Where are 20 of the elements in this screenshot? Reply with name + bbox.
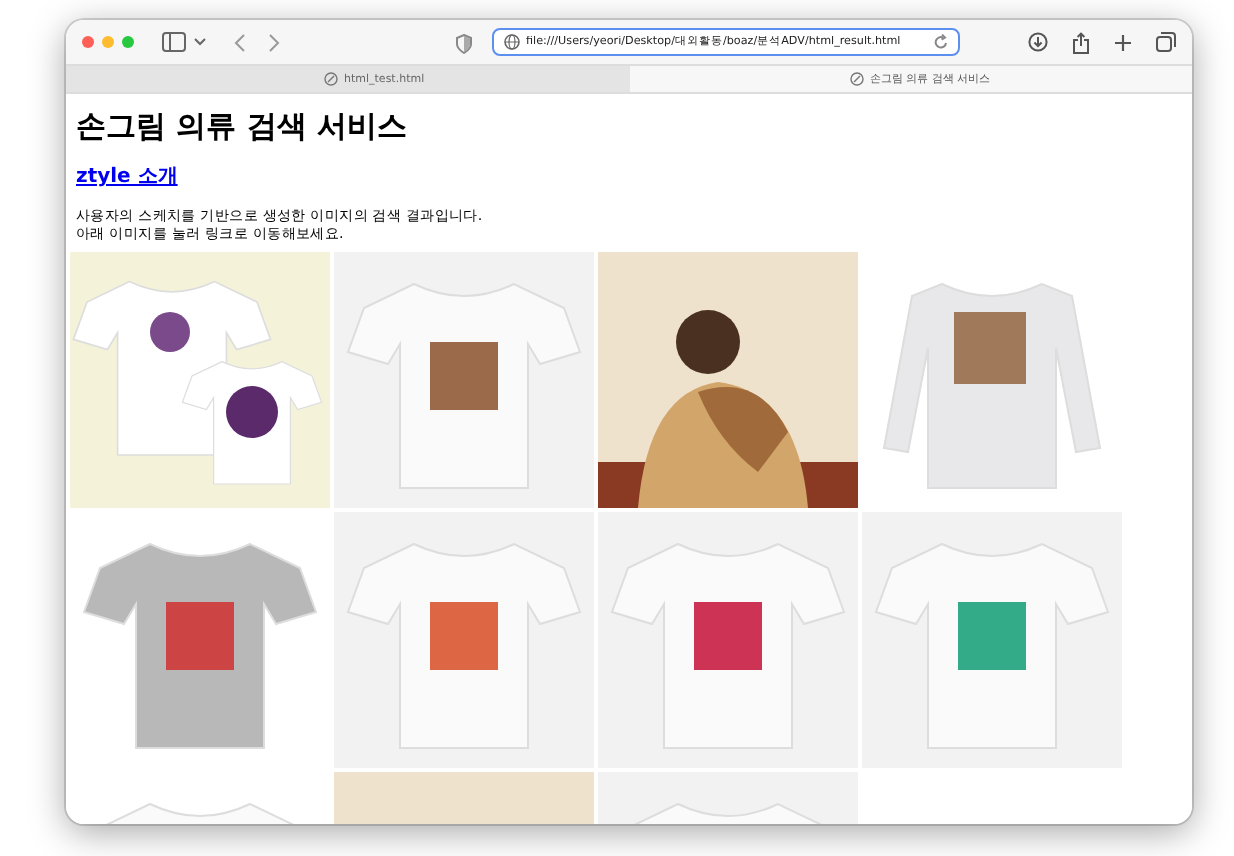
share-icon[interactable] bbox=[1072, 31, 1090, 53]
download-icon[interactable] bbox=[1028, 32, 1048, 52]
sidebar-icon[interactable] bbox=[162, 32, 186, 52]
forward-icon[interactable] bbox=[268, 33, 280, 51]
illustration-picture[interactable] bbox=[598, 252, 858, 508]
chevron-down-icon[interactable] bbox=[194, 38, 206, 46]
tshirt-photo[interactable] bbox=[70, 252, 330, 508]
zoom-window-button[interactable] bbox=[122, 36, 134, 48]
page-icon bbox=[324, 72, 339, 86]
tab-overview-icon[interactable] bbox=[1156, 32, 1176, 52]
page-icon bbox=[850, 72, 865, 86]
tshirt-photo[interactable] bbox=[598, 512, 858, 768]
shield-icon[interactable] bbox=[456, 33, 472, 53]
intro-link[interactable]: ztyle 소개 bbox=[76, 166, 178, 190]
globe-icon bbox=[504, 34, 520, 50]
back-icon[interactable] bbox=[234, 33, 246, 51]
new-tab-icon[interactable] bbox=[1114, 33, 1132, 51]
reload-icon[interactable] bbox=[934, 34, 948, 50]
close-window-button[interactable] bbox=[82, 36, 94, 48]
page-heading: 손그림 의류 검색 서비스 bbox=[76, 106, 410, 146]
